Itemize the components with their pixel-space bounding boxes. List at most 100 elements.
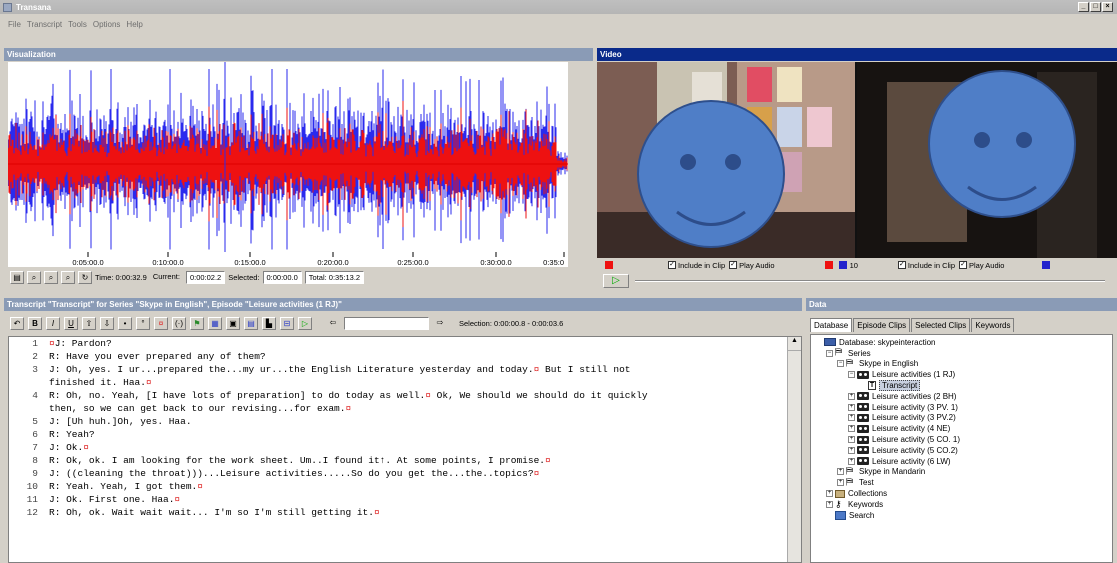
menu-transcript[interactable]: Transcript [27, 20, 62, 29]
waveform[interactable]: 0:05:00.0 0:10:00.0 0:15:00.0 0:20:00.0 0:25… [8, 62, 568, 267]
menu-tools[interactable]: Tools [68, 20, 87, 29]
line-text[interactable]: R: Yeah. Yeah, I got them.¤ [49, 480, 801, 493]
zoom-reset-icon[interactable]: ⌕ [61, 270, 75, 284]
tree-node[interactable]: T Transcript [811, 380, 1112, 392]
tree-node[interactable]: + Leisure activity (4 NE) [811, 423, 1112, 434]
transcript-line[interactable]: 9 J: ((cleaning the throat)))...Leisure a… [9, 467, 801, 480]
expander-icon[interactable]: + [848, 457, 855, 465]
tree-node[interactable]: Database: skypeinteraction [811, 337, 1112, 348]
transcript-line[interactable]: 10 R: Yeah. Yeah, I got them.¤ [9, 480, 801, 493]
menu-help[interactable]: Help [126, 20, 142, 29]
tree-node[interactable]: + Leisure activity (3 PV. 1) [811, 402, 1112, 413]
tree-node[interactable]: + Leisure activity (5 CO.2) [811, 445, 1112, 456]
transcript-line[interactable]: 2 R: Have you ever prepared any of them? [9, 350, 801, 363]
transcript-line[interactable]: 3 J: Oh, yes. I ur...prepared the...my ur… [9, 363, 801, 376]
save-icon[interactable]: ▤ [244, 316, 258, 330]
tab-episode-clips[interactable]: Episode Clips [853, 318, 911, 332]
tree-node[interactable]: − ⛿ Skype in English [811, 358, 1112, 370]
expander-icon[interactable]: + [826, 490, 833, 498]
format-icon[interactable]: ▦ [208, 316, 222, 330]
zoom-in-icon[interactable]: ⌕ [27, 270, 41, 284]
menu-file[interactable]: File [8, 20, 21, 29]
tab-database[interactable]: Database [810, 318, 853, 332]
filter-icon[interactable]: ▤ [10, 270, 24, 284]
line-text[interactable]: J: Oh, yes. I ur...prepared the...my ur.… [49, 363, 801, 376]
line-text[interactable]: J: ((cleaning the throat)))...Leisure ac… [49, 467, 801, 480]
transcript-line[interactable]: then, so we can get back to our revising… [9, 402, 801, 415]
transcript-line[interactable]: 8 R: Ok, ok. I am looking for the work sh… [9, 454, 801, 467]
tab-selected-clips[interactable]: Selected Clips [911, 318, 971, 332]
expander-icon[interactable]: + [848, 436, 855, 444]
transcript-line[interactable]: finished it. Haa.¤ [9, 376, 801, 389]
expander-icon[interactable]: − [837, 360, 844, 368]
zoom-out-icon[interactable]: ⌕ [44, 270, 58, 284]
transcript-scrollbar[interactable]: ▲ [787, 337, 801, 562]
expander-icon[interactable]: + [826, 500, 833, 508]
scroll-up-icon[interactable]: ▲ [788, 337, 801, 351]
tab-keywords[interactable]: Keywords [971, 318, 1015, 332]
expander-icon[interactable]: − [826, 349, 833, 357]
pause-icon[interactable]: (·) [172, 316, 186, 330]
line-text[interactable]: R: Ok, ok. I am looking for the work she… [49, 454, 801, 467]
line-text[interactable]: J: Ok.¤ [49, 441, 801, 454]
tree-node[interactable]: − ⛿ Series [811, 348, 1112, 359]
playback-slider[interactable] [635, 280, 1105, 282]
transcript-line[interactable]: 1 ¤ J: Pardon? [9, 337, 801, 350]
video-frame[interactable] [597, 62, 1117, 258]
italic-icon[interactable]: I [46, 316, 60, 330]
expander-icon[interactable]: − [848, 371, 855, 379]
close-button[interactable]: × [1102, 2, 1113, 12]
expander-icon[interactable]: + [837, 468, 844, 476]
line-text[interactable]: R: Oh, ok. Wait wait wait... I'm so I'm … [49, 506, 801, 519]
tree-node[interactable]: + Leisure activities (2 BH) [811, 391, 1112, 402]
play-icon[interactable]: ▷ [298, 316, 312, 330]
maximize-button[interactable]: □ [1090, 2, 1101, 12]
transcript-text[interactable]: 1 ¤ J: Pardon? 2 R: Have you ever prepared a… [8, 336, 802, 563]
line-text[interactable]: J: Pardon? [55, 337, 801, 350]
transcript-line[interactable]: 11 J: Ok. First one. Haa.¤ [9, 493, 801, 506]
tree-node[interactable]: + Collections [811, 488, 1112, 499]
expander-icon[interactable]: + [848, 414, 855, 422]
line-text[interactable]: R: Have you ever prepared any of them? [49, 350, 801, 363]
transcript-line[interactable]: 12 R: Oh, ok. Wait wait wait... I'm so I'… [9, 506, 801, 519]
expander-icon[interactable]: + [848, 425, 855, 433]
play-audio-checkbox[interactable]: ✓ [729, 261, 738, 269]
line-text[interactable]: J: [Uh huh.]Oh, yes. Haa. [49, 415, 801, 428]
line-text[interactable]: J: Ok. First one. Haa.¤ [49, 493, 801, 506]
search-input[interactable] [344, 316, 429, 330]
tree-node[interactable]: + ⚷ Keywords [811, 499, 1112, 510]
rising-intonation-icon[interactable]: ⇧ [82, 316, 96, 330]
transcript-line[interactable]: 5 J: [Uh huh.]Oh, yes. Haa. [9, 415, 801, 428]
play-button[interactable]: ▷ [603, 274, 629, 288]
show-hide-icon[interactable]: ⚑ [190, 316, 204, 330]
image-icon[interactable]: ▣ [226, 316, 240, 330]
menu-options[interactable]: Options [93, 20, 121, 29]
transcript-line[interactable]: 6 R: Yeah? [9, 428, 801, 441]
transcript-line[interactable]: 7 J: Ok.¤ [9, 441, 801, 454]
expander-icon[interactable]: + [848, 403, 855, 411]
line-text[interactable]: R: Oh, no. Yeah, [I have lots of prepara… [49, 389, 801, 402]
play-audio-checkbox-2[interactable]: ✓ [959, 261, 968, 269]
tree-node[interactable]: + ⛿ Test [811, 477, 1112, 488]
tree-node[interactable]: + Leisure activity (6 LW) [811, 456, 1112, 467]
expander-icon[interactable]: + [848, 392, 855, 400]
undo-icon[interactable]: ↶ [10, 316, 24, 330]
tree-node[interactable]: + Leisure activity (5 CO. 1) [811, 434, 1112, 445]
timecode-icon[interactable]: ¤ [154, 316, 168, 330]
underline-icon[interactable]: U [64, 316, 78, 330]
bold-icon[interactable]: B [28, 316, 42, 330]
include-clip-checkbox-2[interactable]: ✓ [897, 261, 906, 269]
refresh-icon[interactable]: ↻ [78, 270, 92, 284]
falling-intonation-icon[interactable]: ⇩ [100, 316, 114, 330]
tree-node[interactable]: Search [811, 510, 1112, 521]
transcript-line[interactable]: 4 R: Oh, no. Yeah, [I have lots of prepar… [9, 389, 801, 402]
props-icon[interactable]: ▙ [262, 316, 276, 330]
line-text[interactable]: R: Yeah? [49, 428, 801, 441]
tree-node[interactable]: + Leisure activity (3 PV.2) [811, 413, 1112, 424]
search-back-icon[interactable]: ⇦ [326, 317, 340, 330]
split-icon[interactable]: ⊟ [280, 316, 294, 330]
minimize-button[interactable]: _ [1078, 2, 1089, 12]
expander-icon[interactable]: + [837, 479, 844, 487]
search-forward-icon[interactable]: ⇨ [433, 317, 447, 330]
include-clip-checkbox[interactable]: ✓ [668, 261, 676, 269]
